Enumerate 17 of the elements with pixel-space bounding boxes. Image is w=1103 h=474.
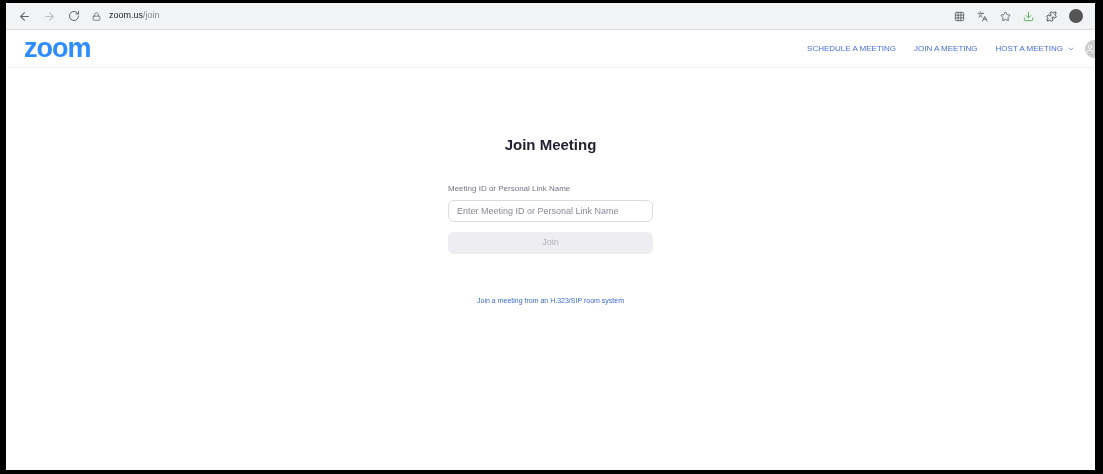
translate-icon[interactable] xyxy=(977,10,988,22)
puzzle-icon[interactable] xyxy=(1046,10,1057,22)
lock-icon xyxy=(92,11,101,21)
download-icon[interactable] xyxy=(1023,10,1034,22)
meeting-id-field[interactable]: Enter Meeting ID or Personal Link Name xyxy=(448,199,653,222)
back-icon[interactable] xyxy=(18,9,31,23)
page-title: Join Meeting xyxy=(504,135,597,155)
logo[interactable]: zoom xyxy=(24,35,91,62)
grid-icon[interactable] xyxy=(954,10,965,22)
profile-avatar[interactable] xyxy=(1069,9,1083,23)
star-icon[interactable] xyxy=(1000,10,1011,22)
reload-icon[interactable] xyxy=(68,10,80,22)
nav-link[interactable]: HOST A MEETING xyxy=(995,42,1075,55)
nav-link[interactable]: JOIN A MEETING xyxy=(914,42,978,55)
address-text[interactable]: zoom.us/join xyxy=(109,9,160,23)
field-label: Meeting ID or Personal Link Name xyxy=(448,182,572,195)
nav-link[interactable]: SCHEDULE A MEETING xyxy=(807,42,896,55)
